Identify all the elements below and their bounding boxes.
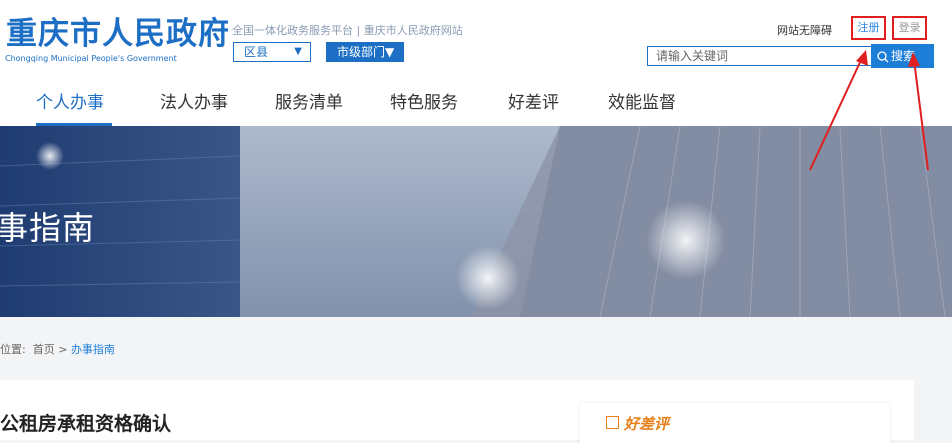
search-icon [877,50,889,62]
breadcrumb-current[interactable]: 办事指南 [71,343,115,356]
register-link[interactable]: 注册 [851,16,886,40]
page-title: 公租房承租资格确认 [0,413,172,435]
login-link[interactable]: 登录 [892,16,927,40]
breadcrumb: 位置: 首页 > 办事指南 [0,341,115,357]
logo-title[interactable]: 重庆市人民政府 [6,16,230,52]
logo-subtitle: Chongqing Municipal People's Government [5,54,177,63]
search-button[interactable]: 搜索 [871,44,934,68]
search-input[interactable] [647,46,872,66]
banner [0,126,952,317]
breadcrumb-separator: > [58,343,68,356]
nav-personal[interactable]: 个人办事 [36,88,104,126]
county-select-label: 区县 [244,45,269,59]
banner-art [0,126,952,317]
breadcrumb-prefix: 位置: [0,343,26,356]
accessibility-link[interactable]: 网站无障碍 [777,22,832,38]
banner-title: 事指南 [0,209,96,247]
nav-supervision[interactable]: 效能监督 [608,88,676,126]
nav-rating[interactable]: 好差评 [508,88,559,126]
nav-featured[interactable]: 特色服务 [390,88,458,126]
platform-text: 全国一体化政务服务平台 | 重庆市人民政府网站 [232,24,463,37]
breadcrumb-home[interactable]: 首页 [33,343,55,356]
nav-legal-entity[interactable]: 法人办事 [160,88,228,126]
dept-select[interactable]: 市级部门▼ [326,42,404,62]
rating-icon [606,416,619,429]
search-button-label: 搜索 [891,49,916,63]
nav-service-list[interactable]: 服务清单 [275,88,343,126]
county-select[interactable]: 区县 ▼ [233,42,311,62]
chevron-down-icon: ▼ [294,46,302,57]
